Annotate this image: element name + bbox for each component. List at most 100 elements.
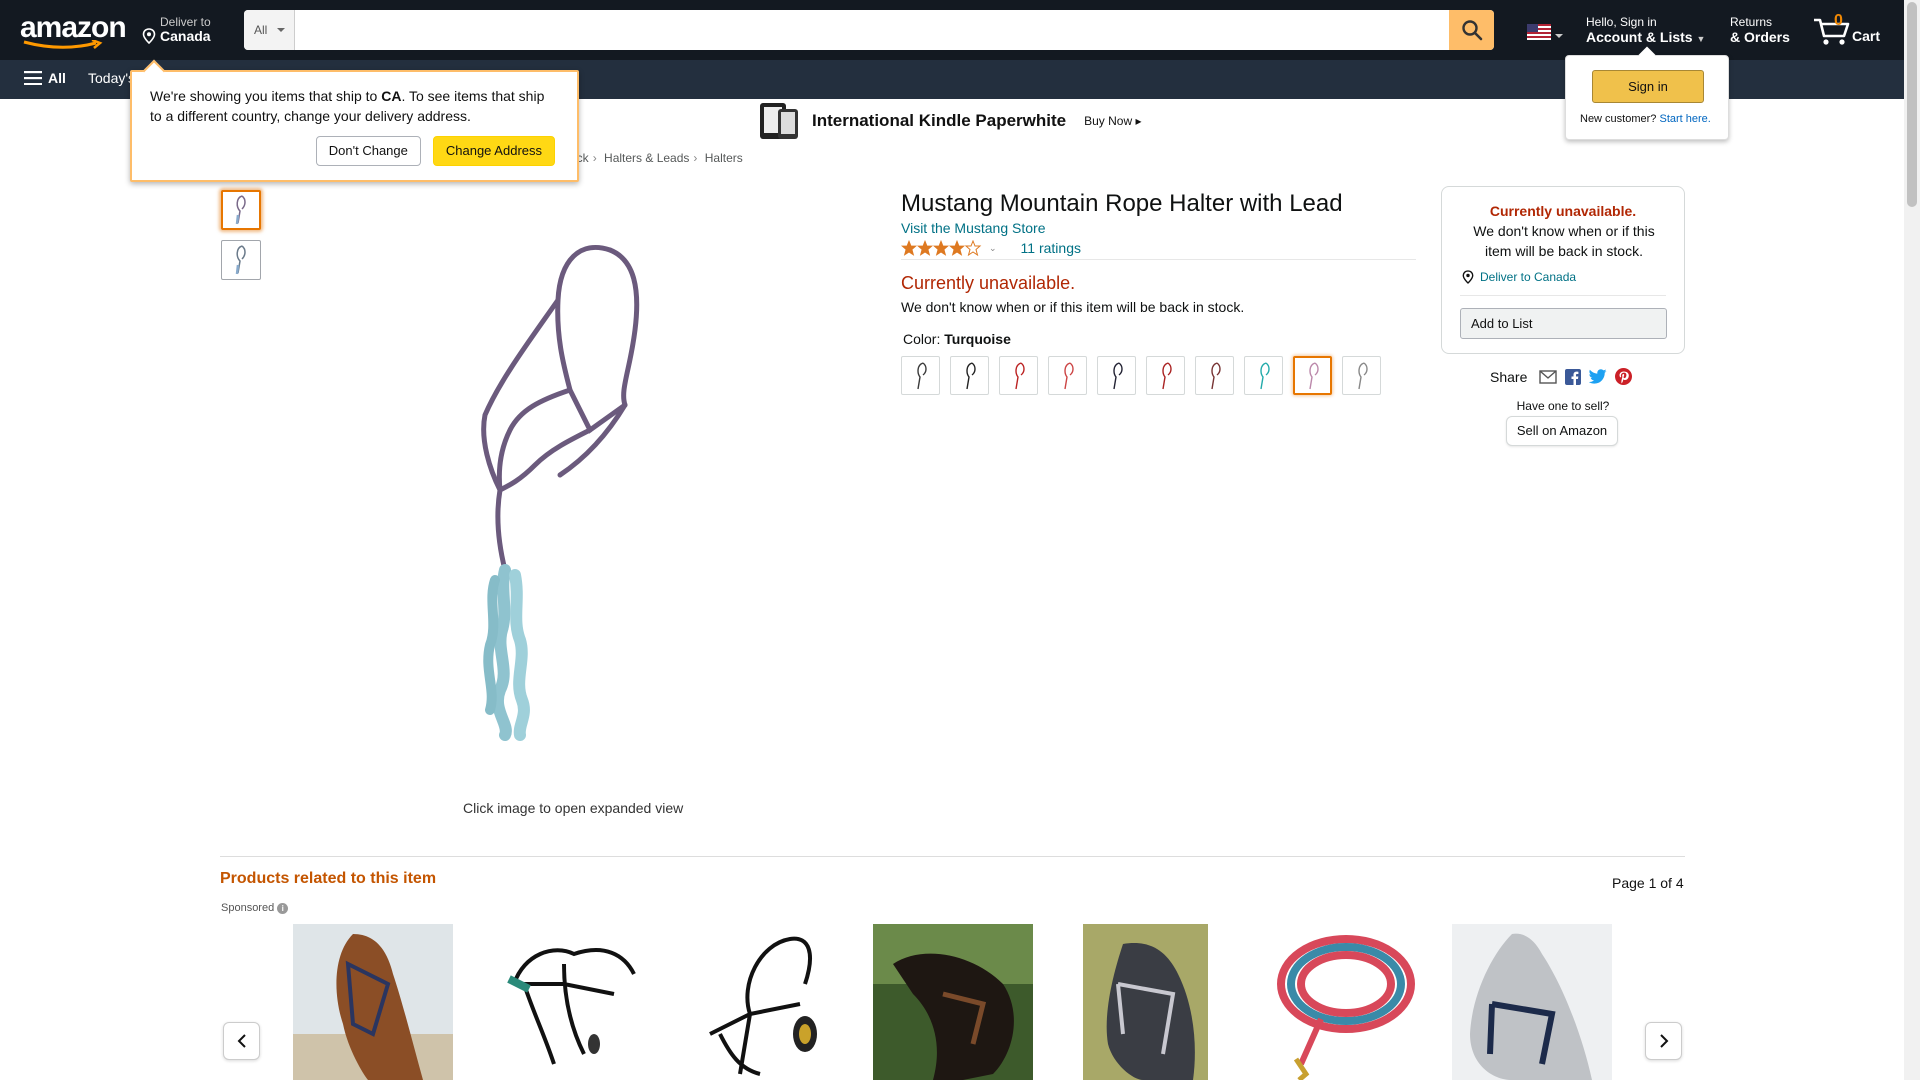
search-category-label: All: [254, 23, 268, 37]
chevron-down-icon: [1555, 34, 1563, 38]
chevron-down-icon[interactable]: ⌄: [989, 243, 997, 254]
related-product-card[interactable]: [1452, 924, 1612, 1080]
breadcrumb-item[interactable]: Halters: [705, 151, 743, 165]
star-rating-icon[interactable]: [901, 240, 983, 256]
chevron-down-icon: [277, 28, 285, 32]
related-product-card[interactable]: [680, 924, 840, 1080]
account-lists-row: Account & Lists ▼: [1586, 30, 1705, 47]
cart-icon: [1814, 18, 1850, 45]
cart-count: 0: [1834, 12, 1843, 29]
related-product-card[interactable]: [484, 924, 644, 1080]
buybox-deliver-link[interactable]: Deliver to Canada: [1462, 270, 1576, 284]
chevron-down-icon: ▼: [1696, 34, 1706, 44]
breadcrumb-item[interactable]: Halters & Leads: [604, 151, 689, 165]
popover-text-before: We're showing you items that ship to: [150, 88, 382, 104]
cart[interactable]: 0 Cart: [1812, 12, 1882, 48]
carousel-prev-button[interactable]: [223, 1022, 260, 1060]
cart-label: Cart: [1852, 28, 1881, 44]
color-swatches: [901, 356, 1381, 395]
halter-swatch-image: [1308, 361, 1319, 389]
halter-swatch-image: [1259, 361, 1270, 389]
product-title: Mustang Mountain Rope Halter with Lead: [901, 190, 1343, 217]
halter-swatch-image: [965, 361, 976, 389]
add-to-list-button[interactable]: Add to List: [1460, 308, 1667, 339]
kindle-device-icon: [760, 103, 798, 139]
buy-box: Currently unavailable. We don't know whe…: [1441, 186, 1685, 354]
twitter-icon[interactable]: [1589, 369, 1607, 384]
info-icon[interactable]: i: [277, 902, 289, 914]
scrollbar-thumb[interactable]: [1907, 2, 1917, 207]
color-swatch[interactable]: [1342, 356, 1381, 395]
returns-orders[interactable]: Returns & Orders: [1730, 15, 1790, 45]
halter-swatch-image: [1210, 361, 1221, 389]
search-input[interactable]: [295, 10, 1444, 50]
divider: [1460, 295, 1666, 296]
account-lists-label: Account & Lists: [1586, 29, 1693, 45]
email-icon[interactable]: [1539, 369, 1558, 384]
color-value: Turquoise: [944, 331, 1011, 347]
signin-button[interactable]: Sign in: [1592, 70, 1704, 103]
color-label: Color:: [903, 331, 941, 347]
click-image-note: Click image to open expanded view: [463, 800, 684, 816]
kindle-banner[interactable]: International Kindle Paperwhite Buy Now …: [758, 100, 1141, 142]
related-product-card[interactable]: [1083, 924, 1243, 1080]
facebook-icon[interactable]: [1565, 368, 1582, 385]
ratings-count-link[interactable]: 11 ratings: [1021, 240, 1081, 256]
search-button[interactable]: [1449, 10, 1494, 50]
account-greeting: Hello, Sign in: [1586, 15, 1657, 29]
share-row: Share: [1490, 368, 1633, 385]
related-product-card[interactable]: [873, 924, 1033, 1080]
color-swatch[interactable]: [901, 356, 940, 395]
halter-swatch-image: [1161, 361, 1172, 389]
sell-on-amazon-button[interactable]: Sell on Amazon: [1506, 416, 1618, 446]
color-swatch[interactable]: [950, 356, 989, 395]
related-product-card[interactable]: [293, 924, 453, 1080]
image-thumbnail[interactable]: [221, 240, 261, 280]
popover-message: We're showing you items that ship to CA.…: [150, 86, 559, 126]
store-link[interactable]: Visit the Mustang Store: [901, 220, 1045, 236]
carousel-page-indicator: Page 1 of 4: [1612, 875, 1684, 891]
pinterest-icon[interactable]: [1615, 368, 1633, 385]
start-here-link[interactable]: Start here.: [1659, 113, 1710, 125]
color-swatch[interactable]: [1293, 356, 1332, 395]
all-label: All: [48, 70, 66, 86]
image-thumbnail[interactable]: [221, 190, 261, 230]
amazon-logo[interactable]: amazon: [20, 12, 127, 50]
product-main-image[interactable]: [440, 230, 700, 750]
search-category-dropdown[interactable]: All: [244, 10, 295, 50]
availability-status: Currently unavailable.: [901, 273, 1076, 293]
us-flag-icon[interactable]: [1527, 24, 1551, 40]
color-swatch[interactable]: [1244, 356, 1283, 395]
breadcrumb-separator-icon: ›: [592, 151, 597, 165]
new-customer-text: New customer?: [1580, 113, 1657, 125]
halter-swatch-image: [1063, 361, 1074, 389]
chevron-left-icon: [237, 1034, 246, 1048]
carousel-next-button[interactable]: [1645, 1022, 1682, 1060]
color-selector-label: Color: Turquoise: [903, 331, 1011, 347]
related-product-card[interactable]: [1261, 924, 1421, 1080]
chevron-right-icon: [1659, 1034, 1668, 1048]
todays-deals-link[interactable]: Today's: [88, 70, 135, 86]
location-pin-icon: [142, 28, 156, 44]
hamburger-icon: [24, 71, 42, 85]
halter-thumbnail-image: [235, 195, 246, 225]
breadcrumb-separator-icon: ›: [693, 151, 698, 165]
horse-halter-product-image: [293, 924, 453, 1080]
returns-line1: Returns: [1730, 15, 1773, 29]
search-bar: All: [244, 10, 1494, 50]
color-swatch[interactable]: [1195, 356, 1234, 395]
returns-line2: & Orders: [1730, 29, 1790, 45]
color-swatch[interactable]: [1048, 356, 1087, 395]
color-swatch[interactable]: [999, 356, 1038, 395]
dont-change-button[interactable]: Don't Change: [315, 136, 421, 166]
deliver-to[interactable]: Deliver to Canada: [142, 15, 211, 44]
change-address-button[interactable]: Change Address: [432, 136, 555, 166]
all-menu-button[interactable]: All: [24, 70, 66, 86]
banner-buy-now[interactable]: Buy Now ▸: [1084, 114, 1141, 128]
ship-to-popover: We're showing you items that ship to CA.…: [130, 59, 579, 182]
color-swatch[interactable]: [1097, 356, 1136, 395]
gray-horse-product-image: [1083, 924, 1208, 1080]
account-menu[interactable]: Hello, Sign in Account & Lists ▼: [1586, 15, 1705, 47]
page-scrollbar[interactable]: [1904, 0, 1920, 1080]
color-swatch[interactable]: [1146, 356, 1185, 395]
